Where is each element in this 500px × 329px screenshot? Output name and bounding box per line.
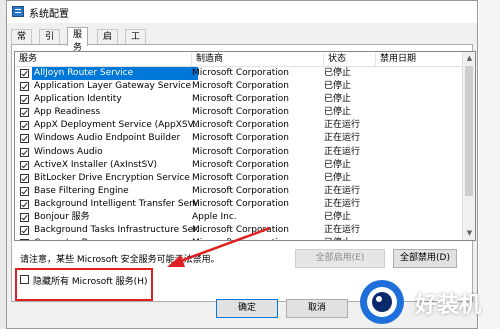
red-highlight-box [15, 268, 153, 301]
service-checkbox[interactable] [20, 173, 29, 183]
list-scrollbar[interactable]: ▲ ▼ [462, 52, 475, 240]
table-row[interactable]: Application Identity Microsoft Corporatio… [15, 93, 463, 106]
service-status: 正在运行 [324, 225, 361, 236]
header-disabled-date[interactable]: 禁用日期 [376, 53, 464, 66]
service-status: 已停止 [324, 212, 352, 223]
service-status: 已停止 [324, 81, 352, 92]
table-row[interactable]: AllJoyn Router Service Microsoft Corporat… [15, 67, 463, 80]
service-name: Application Identity [34, 94, 122, 105]
service-manufacturer: Microsoft Corporation [192, 198, 289, 209]
service-manufacturer: Microsoft Corporation [192, 94, 289, 105]
service-name: Windows Audio Endpoint Builder [34, 133, 181, 144]
service-name: App Readiness [34, 107, 101, 118]
service-manufacturer: Microsoft Corporation [192, 146, 289, 157]
service-name: ActiveX Installer (AxInstSV) [34, 159, 158, 170]
service-checkbox[interactable] [20, 121, 29, 131]
service-status: 已停止 [324, 107, 352, 118]
header-service[interactable]: 服务 [15, 53, 192, 66]
table-row[interactable]: ActiveX Installer (AxInstSV) Microsoft Co… [15, 159, 463, 172]
scroll-up-icon[interactable]: ▲ [463, 52, 475, 65]
disable-all-button[interactable]: 全部禁用(D) [393, 249, 457, 268]
service-name: Background Intelligent Transfer Serv... [34, 198, 198, 209]
service-status: 已停止 [324, 172, 352, 183]
scroll-thumb[interactable] [465, 66, 473, 196]
table-row[interactable]: Application Layer Gateway Service Microso… [15, 80, 463, 93]
header-status[interactable]: 状态 [324, 53, 376, 66]
service-checkbox[interactable] [20, 239, 29, 240]
enable-all-button[interactable]: 全部启用(E) [295, 249, 385, 268]
service-manufacturer: Microsoft Corporation [192, 185, 289, 196]
title-bar: 系统配置 [7, 1, 477, 23]
cancel-button[interactable]: 取消 [286, 299, 348, 318]
window-title: 系统配置 [29, 9, 69, 20]
watermark-text: 好装机 [415, 293, 482, 318]
service-status: 已停止 [324, 68, 352, 78]
services-list[interactable]: 服务 制造商 状态 禁用日期 AllJoyn Router Service Mic… [14, 51, 476, 241]
table-row[interactable]: AppX Deployment Service (AppXSV... Micros… [15, 119, 463, 132]
service-status: 正在运行 [324, 146, 361, 157]
tab-services[interactable]: 服务 [67, 27, 89, 53]
service-name: Base Filtering Engine [34, 185, 129, 196]
service-checkbox[interactable] [20, 186, 29, 196]
service-status: 已停止 [324, 94, 352, 105]
service-status: 已停止 [324, 159, 352, 170]
service-name: AppX Deployment Service (AppXSV... [34, 120, 198, 131]
service-status: 正在运行 [324, 185, 361, 196]
service-manufacturer: Microsoft Corporation [192, 159, 289, 170]
service-checkbox[interactable] [20, 108, 29, 118]
table-row[interactable]: Bonjour 服务 Apple Inc. 已停止 [15, 211, 463, 224]
header-manufacturer[interactable]: 制造商 [192, 53, 324, 66]
scroll-down-icon[interactable]: ▼ [463, 227, 475, 240]
service-manufacturer: Microsoft Corporation [192, 68, 289, 78]
table-row[interactable]: Background Intelligent Transfer Serv... M… [15, 198, 463, 211]
service-name: BitLocker Drive Encryption Service [34, 172, 190, 183]
service-checkbox[interactable] [20, 226, 29, 236]
tab-tools[interactable]: 工具 [125, 29, 147, 55]
service-checkbox[interactable] [20, 95, 29, 105]
service-checkbox[interactable] [20, 69, 29, 78]
service-status: 正在运行 [324, 198, 361, 209]
service-manufacturer: Microsoft Corporation [192, 120, 289, 131]
service-name: Bonjour 服务 [34, 212, 90, 223]
service-checkbox[interactable] [20, 199, 29, 209]
table-row[interactable]: App Readiness Microsoft Corporation 已停止 [15, 106, 463, 119]
service-checkbox[interactable] [20, 82, 29, 92]
service-checkbox[interactable] [20, 147, 29, 157]
service-manufacturer: Microsoft Corporation [192, 133, 289, 144]
tab-startup[interactable]: 启动 [97, 29, 119, 55]
service-status: 已停止 [324, 237, 374, 240]
table-row[interactable]: Windows Audio Endpoint Builder Microsoft … [15, 132, 463, 145]
service-status: 正在运行 [324, 133, 361, 144]
services-rows: AllJoyn Router Service Microsoft Corporat… [15, 67, 463, 240]
service-checkbox[interactable] [20, 134, 29, 144]
service-name: AllJoyn Router Service [32, 67, 198, 80]
service-manufacturer: Microsoft Corporation [192, 172, 289, 183]
table-row[interactable]: Windows Audio Microsoft Corporation 正在运行 [15, 146, 463, 159]
table-row[interactable]: BitLocker Drive Encryption Service Micros… [15, 172, 463, 185]
service-name: Application Layer Gateway Service [34, 81, 191, 92]
tab-general[interactable]: 常规 [11, 29, 33, 55]
red-arrow-icon [167, 226, 271, 267]
service-name: Windows Audio [34, 146, 103, 157]
msconfig-icon [12, 6, 24, 17]
service-manufacturer: Microsoft Corporation [192, 107, 289, 118]
service-checkbox[interactable] [20, 213, 29, 223]
table-row[interactable]: Base Filtering Engine Microsoft Corporati… [15, 185, 463, 198]
tab-boot[interactable]: 引导 [39, 29, 61, 55]
service-status: 正在运行 [324, 120, 361, 131]
service-manufacturer: Microsoft Corporation [192, 81, 289, 92]
service-manufacturer: Apple Inc. [192, 212, 237, 223]
service-checkbox[interactable] [20, 160, 29, 170]
ok-button[interactable]: 确定 [216, 299, 278, 318]
list-header: 服务 制造商 状态 禁用日期 [15, 52, 475, 67]
